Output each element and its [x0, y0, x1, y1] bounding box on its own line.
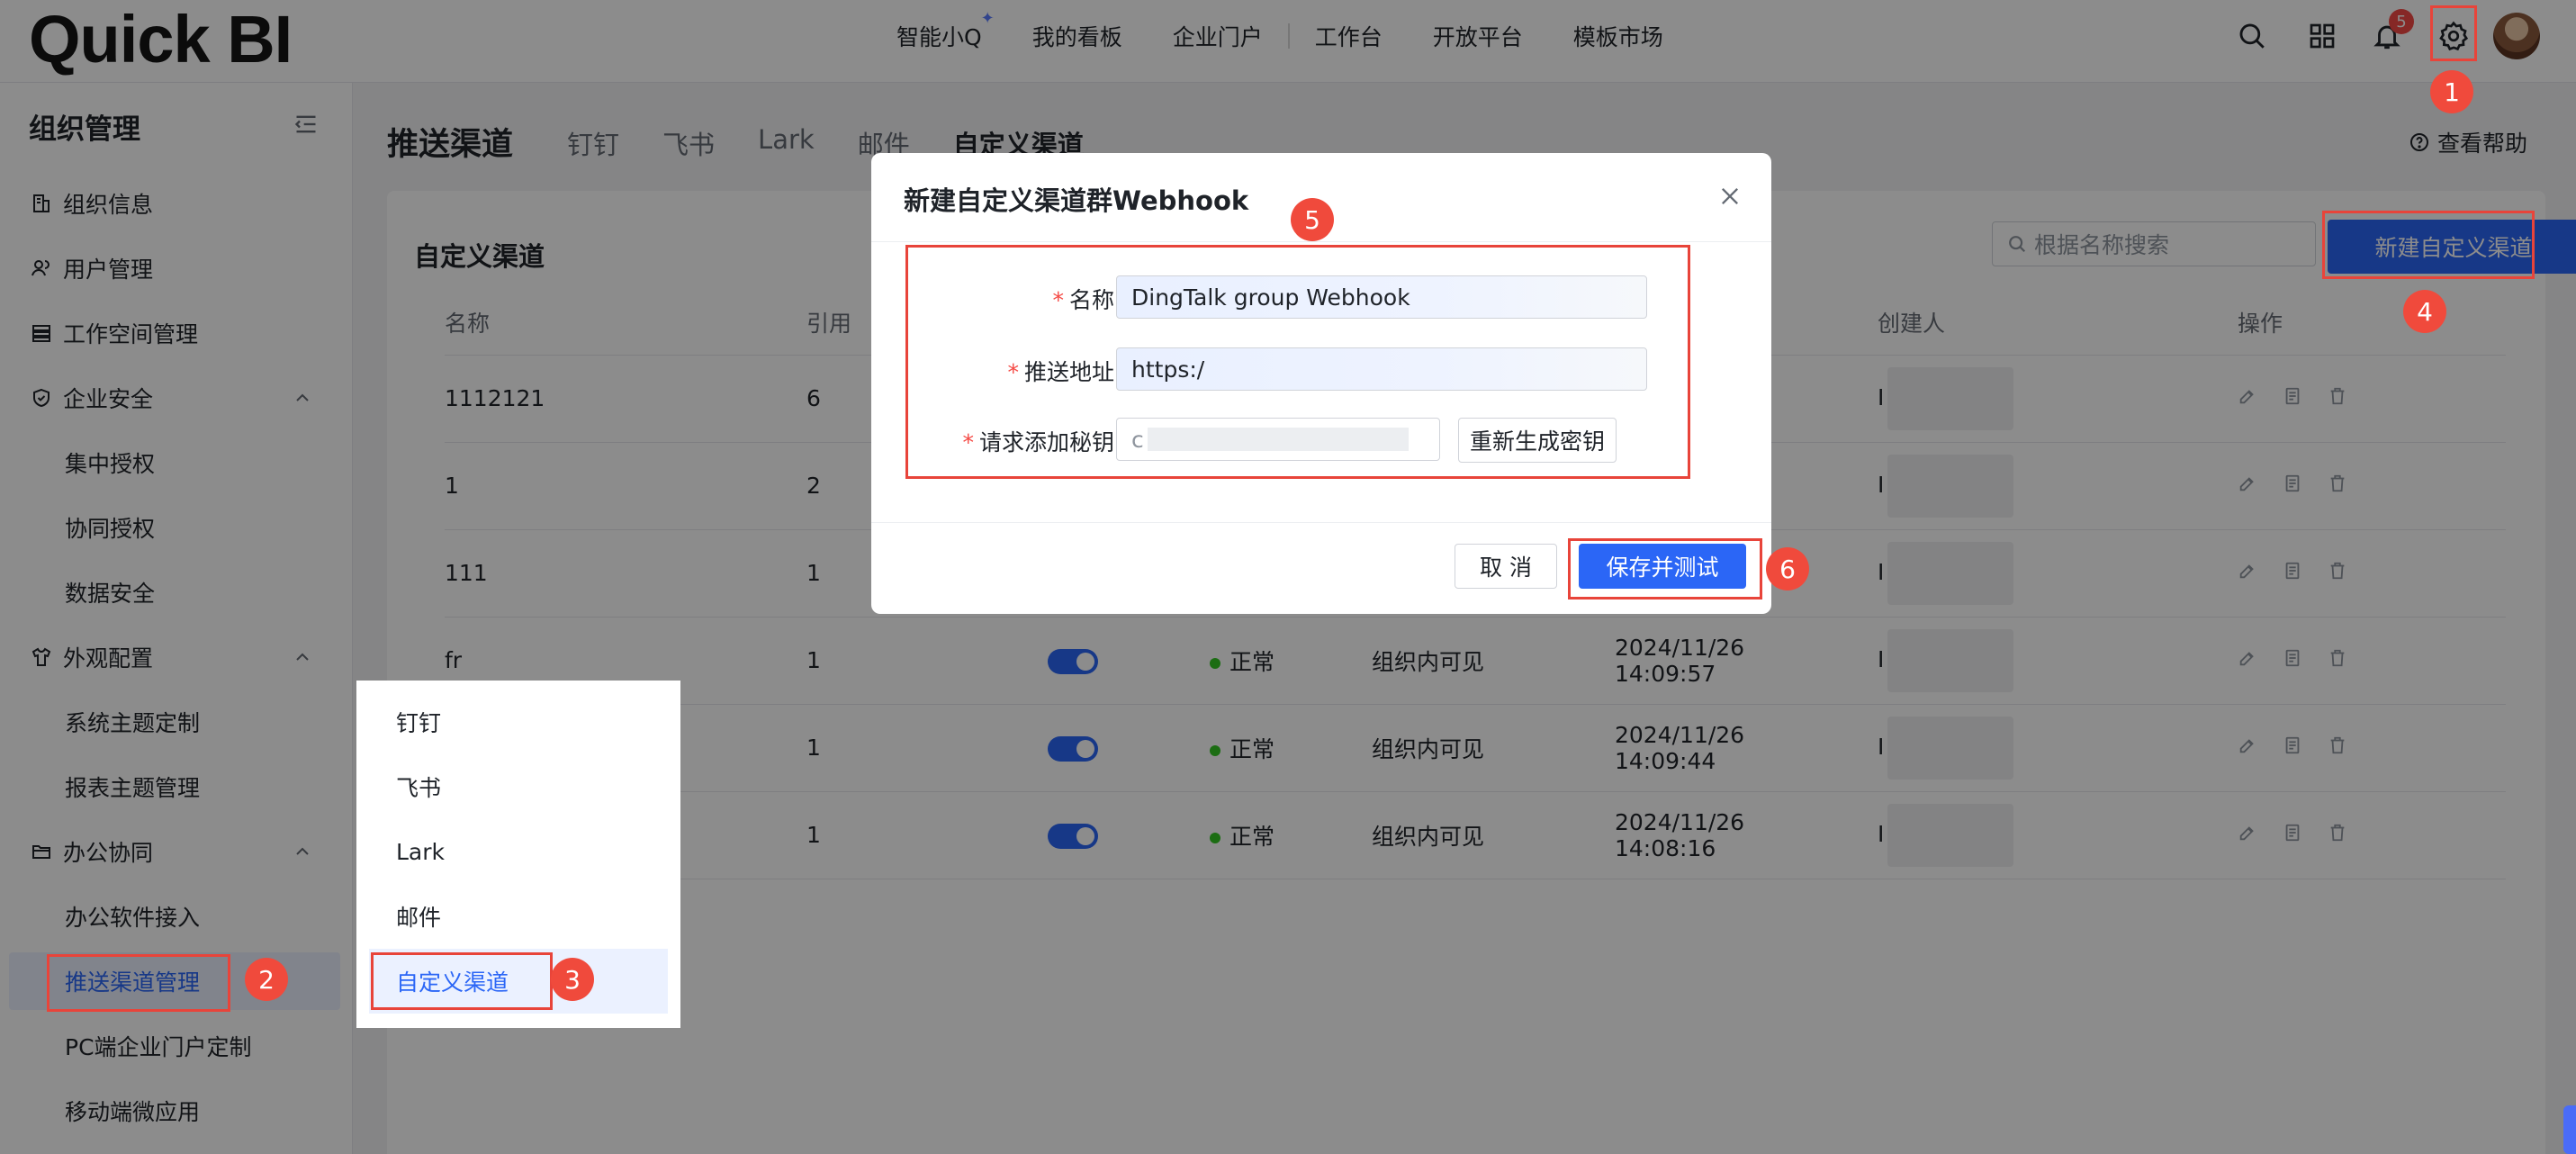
annotation-box-3: [371, 952, 553, 1010]
floating-tab[interactable]: [2563, 1105, 2576, 1154]
dialog-footer-divider: [871, 522, 1771, 523]
annotation-box-2: [47, 954, 230, 1012]
annotation-marker-5: 5: [1291, 198, 1334, 241]
dialog-divider: [871, 241, 1771, 242]
menu-item-dingtalk[interactable]: 钉钉: [356, 690, 680, 754]
annotation-box-5: [905, 245, 1690, 479]
cancel-button[interactable]: 取 消: [1455, 544, 1557, 589]
annotation-marker-6: 6: [1766, 547, 1809, 591]
close-icon[interactable]: [1717, 184, 1743, 212]
menu-item-lark[interactable]: Lark: [356, 819, 680, 884]
menu-item-feishu[interactable]: 飞书: [356, 754, 680, 819]
annotation-box-6: [1568, 538, 1762, 600]
dialog-title: 新建自定义渠道群Webhook: [904, 185, 1249, 216]
annotation-marker-3: 3: [551, 958, 594, 1001]
menu-item-email[interactable]: 邮件: [356, 884, 680, 949]
annotation-box-4: [2322, 211, 2535, 279]
annotation-box-1: [2430, 5, 2477, 61]
annotation-marker-4: 4: [2403, 290, 2446, 333]
annotation-marker-1: 1: [2430, 70, 2473, 113]
annotation-marker-2: 2: [245, 958, 288, 1001]
